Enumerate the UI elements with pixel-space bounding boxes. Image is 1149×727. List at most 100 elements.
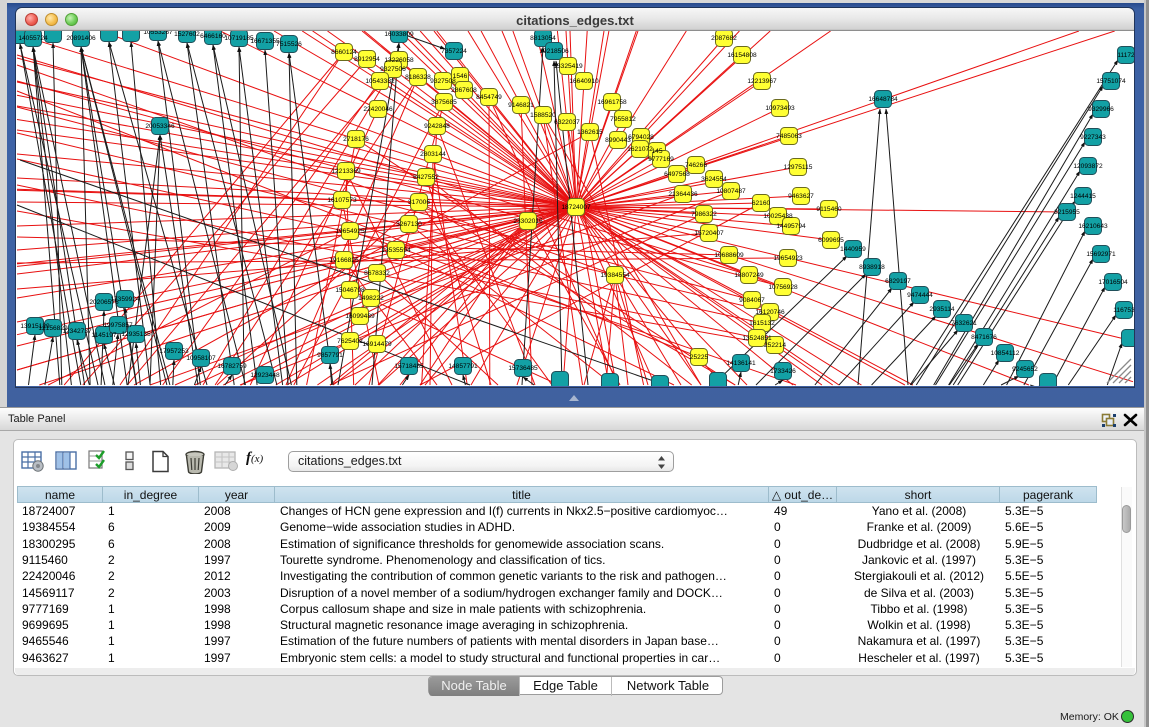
svg-text:14495794: 14495794 <box>776 223 806 230</box>
svg-text:9777169: 9777169 <box>648 156 674 163</box>
svg-text:16961758: 16961758 <box>597 99 627 106</box>
svg-text:1621072: 1621072 <box>627 146 653 153</box>
svg-text:6794028: 6794028 <box>628 134 654 141</box>
svg-text:15718485: 15718485 <box>394 363 424 370</box>
svg-text:15692971: 15692971 <box>1086 251 1116 258</box>
svg-text:10688609: 10688609 <box>714 252 744 259</box>
svg-text:8678332: 8678332 <box>364 270 390 277</box>
svg-text:1362615: 1362615 <box>577 129 603 136</box>
svg-text:8813054: 8813054 <box>530 35 556 42</box>
svg-text:13325419: 13325419 <box>553 63 583 70</box>
svg-text:7986322: 7986322 <box>691 211 717 218</box>
svg-text:16120746: 16120746 <box>755 309 785 316</box>
svg-text:14136141: 14136141 <box>726 360 756 367</box>
svg-text:3624554: 3624554 <box>701 176 727 183</box>
svg-text:15046798: 15046798 <box>335 287 365 294</box>
svg-text:16782759: 16782759 <box>217 363 247 370</box>
svg-text:317006: 317006 <box>408 199 430 206</box>
svg-text:12935135: 12935135 <box>121 331 151 338</box>
svg-text:252214: 252214 <box>764 342 786 349</box>
svg-text:6322037: 6322037 <box>554 119 580 126</box>
svg-text:10958107: 10958107 <box>186 355 216 362</box>
svg-text:13524851: 13524851 <box>742 335 772 342</box>
svg-text:62160: 62160 <box>752 200 771 207</box>
svg-text:19166825: 19166825 <box>329 257 359 264</box>
svg-text:12342737: 12342737 <box>62 328 92 335</box>
svg-text:8186328: 8186328 <box>405 74 431 81</box>
svg-text:9857791: 9857791 <box>317 352 343 359</box>
svg-text:8471676: 8471676 <box>971 334 997 341</box>
svg-text:8938918: 8938918 <box>859 264 885 271</box>
svg-text:12093872: 12093872 <box>1073 163 1103 170</box>
svg-text:17359924: 17359924 <box>110 296 140 303</box>
svg-text:20053346: 20053346 <box>145 123 175 130</box>
svg-text:18724007: 18724007 <box>561 204 591 211</box>
svg-text:15751074: 15751074 <box>1096 78 1126 85</box>
svg-text:3215955: 3215955 <box>1054 209 1080 216</box>
svg-text:1615132: 1615132 <box>749 320 775 327</box>
svg-text:1588520: 1588520 <box>530 112 556 119</box>
svg-text:16210643: 16210643 <box>1078 223 1108 230</box>
svg-text:9245652: 9245652 <box>1012 366 1038 373</box>
svg-text:12213369: 12213369 <box>331 168 361 175</box>
svg-text:16107573: 16107573 <box>327 197 357 204</box>
svg-text:2803144: 2803144 <box>420 151 446 158</box>
svg-text:13535594: 13535594 <box>381 247 411 254</box>
svg-text:1440959: 1440959 <box>840 246 866 253</box>
svg-text:17016504: 17016504 <box>1098 279 1128 286</box>
svg-text:9463627: 9463627 <box>788 193 814 200</box>
svg-text:19218506: 19218506 <box>539 48 569 55</box>
svg-text:6829197: 6829197 <box>885 278 911 285</box>
svg-text:1733426: 1733426 <box>770 368 796 375</box>
svg-text:9327506: 9327506 <box>380 66 406 73</box>
svg-text:22420046: 22420046 <box>363 106 393 113</box>
svg-text:13226058: 13226058 <box>384 57 414 64</box>
svg-text:14857791: 14857791 <box>448 363 478 370</box>
svg-text:2867608: 2867608 <box>451 87 477 94</box>
svg-text:2718176: 2718176 <box>343 136 369 143</box>
svg-text:6466160: 6466160 <box>200 33 226 40</box>
svg-text:16914479: 16914479 <box>362 341 392 348</box>
svg-text:145: 145 <box>651 148 662 155</box>
svg-text:10854112: 10854112 <box>991 350 1020 357</box>
svg-text:8427552: 8427552 <box>413 174 439 181</box>
svg-text:1244415: 1244415 <box>1070 193 1096 200</box>
svg-text:9474444: 9474444 <box>907 292 933 299</box>
svg-text:8454749: 8454749 <box>476 94 502 101</box>
svg-text:18807249: 18807249 <box>734 272 764 279</box>
svg-text:20891406: 20891406 <box>66 35 96 42</box>
svg-text:10553267: 10553267 <box>143 31 173 36</box>
svg-text:19975857: 19975857 <box>103 322 133 329</box>
svg-text:2087682: 2087682 <box>711 35 737 42</box>
svg-text:16154808: 16154808 <box>727 52 757 59</box>
svg-text:12213967: 12213967 <box>747 78 777 85</box>
svg-text:9146821: 9146821 <box>508 102 534 109</box>
svg-text:9329966: 9329966 <box>1088 106 1114 113</box>
svg-text:7632621: 7632621 <box>951 320 977 327</box>
svg-text:16640910: 16640910 <box>569 78 599 85</box>
svg-text:1498222: 1498222 <box>358 295 384 302</box>
svg-text:10807487: 10807487 <box>716 188 746 195</box>
svg-text:10543382: 10543382 <box>365 78 395 85</box>
svg-text:8912954: 8912954 <box>354 56 380 63</box>
svg-text:23302015: 23302015 <box>513 218 543 225</box>
svg-text:9115460: 9115460 <box>816 206 842 213</box>
svg-text:6497568: 6497568 <box>664 171 690 178</box>
svg-text:9227343: 9227343 <box>1080 134 1106 141</box>
svg-text:10756928: 10756928 <box>768 284 798 291</box>
svg-text:3875685: 3875685 <box>431 99 457 106</box>
svg-text:16099489: 16099489 <box>345 313 375 320</box>
svg-text:10025438: 10025438 <box>763 213 793 220</box>
svg-text:6099695: 6099695 <box>818 237 844 244</box>
svg-text:12975115: 12975115 <box>784 164 813 171</box>
svg-text:7515526: 7515526 <box>276 41 302 48</box>
svg-text:8660124: 8660124 <box>331 49 357 56</box>
svg-text:2935114: 2935114 <box>929 306 955 313</box>
svg-text:11172: 11172 <box>1117 52 1134 59</box>
svg-text:7357224: 7357224 <box>441 48 467 55</box>
svg-text:16648784: 16648784 <box>868 96 898 103</box>
svg-text:19654925: 19654925 <box>335 228 365 235</box>
svg-text:746266: 746266 <box>685 162 707 169</box>
svg-text:7485063: 7485063 <box>776 133 802 140</box>
svg-text:19654923: 19654923 <box>773 255 803 262</box>
